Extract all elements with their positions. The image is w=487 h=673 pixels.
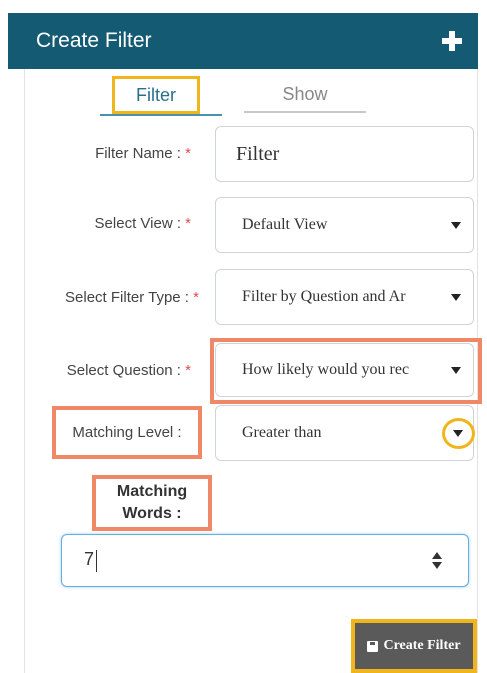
required-marker: * [185,362,191,379]
save-icon [367,640,379,652]
matching-words-label: Matching Words : [92,475,212,531]
question-highlight [210,338,482,404]
required-marker: * [185,215,191,232]
tab-show[interactable]: Show [244,83,366,113]
tab-filter[interactable]: Filter [100,76,222,116]
panel-header: Create Filter [8,13,478,69]
matching-level-highlight: Matching Level : [52,406,202,459]
matching-level-dropdown[interactable]: Greater than [215,405,474,461]
tab-filter-label: Filter [136,85,176,105]
matching-words-input[interactable]: 7 [61,534,469,587]
chevron-down-icon [451,221,461,229]
stepper-icon[interactable] [430,551,444,571]
text-cursor [96,549,98,572]
filter-type-label: Select Filter Type : * [65,289,199,306]
filter-type-dropdown[interactable]: Filter by Question and Ar [215,269,474,325]
select-view-dropdown[interactable]: Default View [215,197,474,253]
tab-filter-highlight: Filter [112,76,200,114]
matching-words-value: 7 [84,549,95,570]
create-filter-label: Create Filter [383,638,461,653]
dropdown-caret-highlight [442,418,475,449]
select-view-label: Select View : * [94,215,191,232]
panel-title: Create Filter [36,29,152,52]
filter-name-input[interactable]: Filter [215,126,474,182]
required-marker: * [193,289,199,306]
chevron-down-icon [451,293,461,301]
create-filter-button[interactable]: Create Filter [351,619,477,673]
filter-name-label: Filter Name : * [95,145,191,162]
question-label: Select Question : * [66,362,191,379]
tab-show-label: Show [282,84,328,104]
plus-icon[interactable] [442,31,462,51]
matching-level-label: Matching Level : [72,424,182,441]
required-marker: * [185,145,191,162]
